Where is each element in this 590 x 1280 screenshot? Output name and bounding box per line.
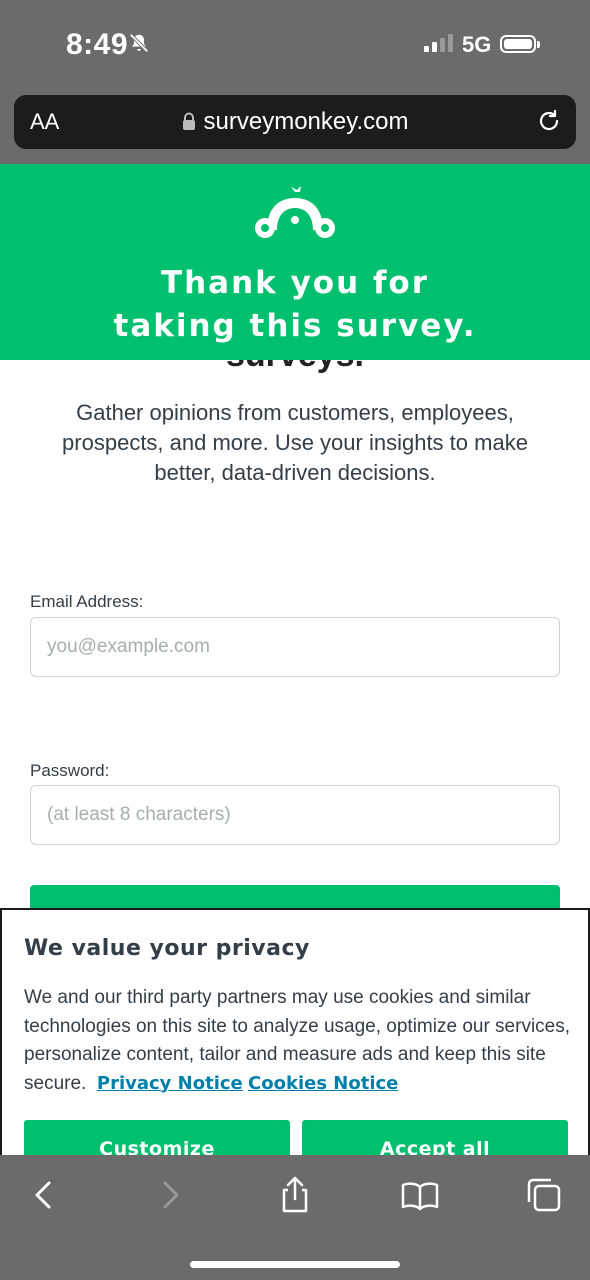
cookie-banner: We value your privacy We and our third p…: [0, 908, 590, 1168]
partial-heading: surveys.: [0, 360, 590, 375]
cookie-title: We value your privacy: [24, 936, 310, 961]
bookmarks-icon[interactable]: [400, 1175, 440, 1215]
forward-icon[interactable]: [150, 1175, 190, 1215]
email-field[interactable]: [30, 617, 560, 677]
lock-icon: [182, 112, 195, 130]
thank-you-title: Thank you for taking this survey.: [113, 265, 477, 344]
intro-text: Gather opinions from customers, employee…: [62, 400, 528, 485]
cookie-text: We and our third party partners may use …: [24, 984, 574, 1098]
back-icon[interactable]: [24, 1175, 64, 1215]
email-label: Email Address:: [30, 592, 144, 611]
status-bar: 8:49 5G: [0, 0, 590, 90]
battery-icon: [500, 35, 540, 53]
reload-icon[interactable]: [536, 108, 562, 134]
password-label: Password:: [30, 761, 110, 780]
bell-slash-icon: [129, 33, 149, 53]
thank-you-header: Thank you for taking this survey.: [0, 164, 590, 360]
privacy-notice-link[interactable]: Privacy Notice: [97, 1073, 243, 1094]
status-time: 8:49: [66, 28, 129, 61]
share-icon[interactable]: [275, 1175, 315, 1215]
url-text: surveymonkey.com: [203, 108, 409, 135]
surveymonkey-logo: [255, 186, 335, 238]
tabs-icon[interactable]: [524, 1175, 564, 1215]
url-display[interactable]: surveymonkey.com: [14, 108, 576, 136]
cookies-notice-link[interactable]: Cookies Notice: [248, 1073, 398, 1094]
address-bar[interactable]: AA surveymonkey.com: [14, 95, 576, 149]
password-field[interactable]: [30, 785, 560, 845]
signal-icon: [424, 34, 453, 52]
home-indicator: [190, 1261, 400, 1268]
network-type: 5G: [462, 32, 492, 57]
